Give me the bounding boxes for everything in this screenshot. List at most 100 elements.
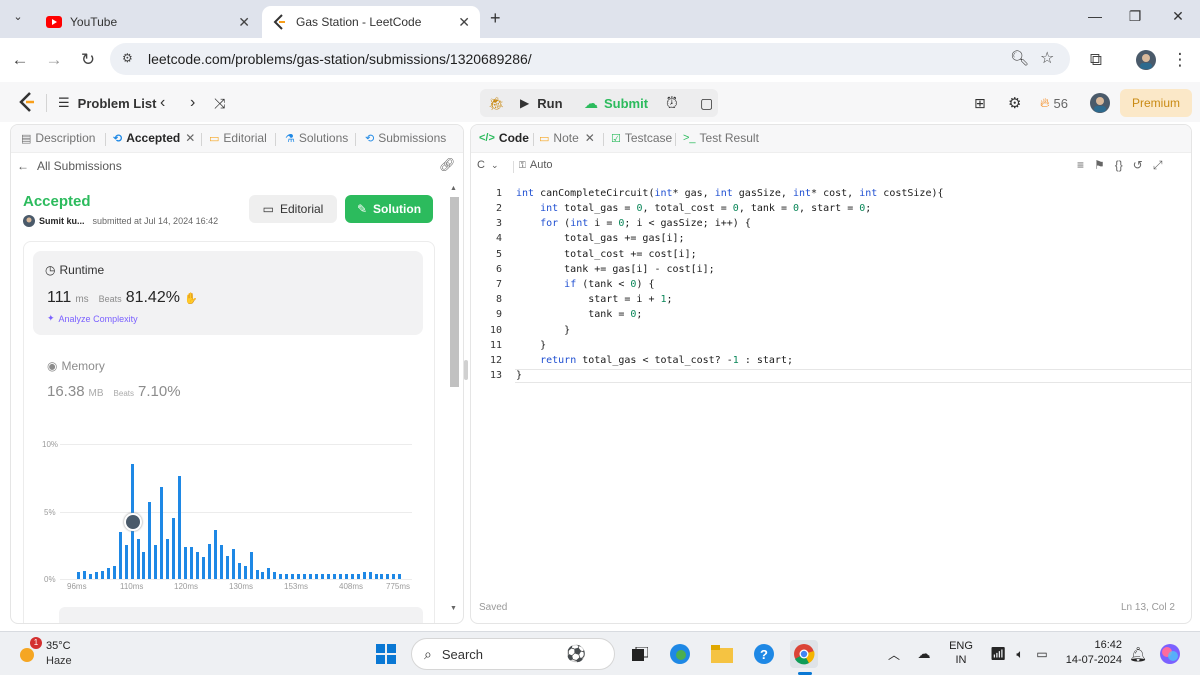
chart-bar[interactable] xyxy=(350,573,354,579)
chart-bar[interactable] xyxy=(166,538,170,579)
chart-bar[interactable] xyxy=(291,573,295,579)
submit-button[interactable]: ☁ Submit xyxy=(584,90,648,116)
all-submissions-link[interactable]: ← All Submissions xyxy=(17,159,122,173)
alarm-icon[interactable]: ⏰︎ xyxy=(666,90,678,116)
extensions-icon[interactable]: ⧉ xyxy=(1084,48,1108,72)
chart-bar[interactable] xyxy=(231,549,235,579)
help-icon[interactable]: ? xyxy=(750,640,778,668)
solution-button[interactable]: ✎ Solution xyxy=(345,195,433,223)
address-bar[interactable]: ⚙ leetcode.com/problems/gas-station/subm… xyxy=(110,43,1070,75)
restore-button[interactable]: ❐ xyxy=(1125,8,1145,25)
tab-youtube[interactable]: YouTube ✕ xyxy=(36,6,260,38)
chart-bar[interactable] xyxy=(338,573,342,579)
chart-bar[interactable] xyxy=(77,572,80,579)
chart-bar[interactable] xyxy=(207,543,211,579)
chart-bar[interactable] xyxy=(142,552,146,579)
chart-bar[interactable] xyxy=(82,570,86,579)
chart-bar[interactable] xyxy=(237,562,241,579)
chart-bar[interactable] xyxy=(320,573,324,579)
chart-bar[interactable] xyxy=(88,573,92,579)
chrome-icon[interactable] xyxy=(790,640,818,668)
chart-bar[interactable] xyxy=(261,572,265,579)
show-hidden-icons[interactable]: ︿ xyxy=(880,640,908,668)
leetcode-logo[interactable] xyxy=(18,92,36,117)
profile-avatar[interactable] xyxy=(1134,48,1158,72)
bookmark-star-icon[interactable]: ☆ xyxy=(1040,48,1054,68)
site-info-icon[interactable]: ⚙ xyxy=(122,51,133,65)
back-icon[interactable]: ← xyxy=(8,48,32,72)
language-select[interactable]: C ⌄ xyxy=(477,159,499,171)
tab-test-result[interactable]: >_ Test Result xyxy=(683,131,759,145)
language-indicator[interactable]: ENG IN xyxy=(944,640,978,666)
chart-bar[interactable] xyxy=(368,572,372,579)
chart-bar[interactable] xyxy=(380,573,384,579)
chart-bar[interactable] xyxy=(326,573,330,579)
tab-search-button[interactable]: ⌄ xyxy=(8,10,28,30)
copilot-icon[interactable] xyxy=(1156,640,1184,668)
notes-icon[interactable]: ▢ xyxy=(700,90,713,116)
minimize-button[interactable]: — xyxy=(1085,8,1105,24)
chart-bar[interactable] xyxy=(118,531,122,579)
chart-bar[interactable] xyxy=(201,557,205,579)
chart-bar[interactable] xyxy=(94,572,98,579)
chart-bar[interactable] xyxy=(356,573,360,579)
chart-bar[interactable] xyxy=(344,573,348,579)
tab-close-button[interactable]: ✕ xyxy=(585,131,595,145)
chart-bar[interactable] xyxy=(112,565,116,579)
reload-icon[interactable]: ↻ xyxy=(76,48,100,72)
scroll-down-icon[interactable]: ▼ xyxy=(450,605,457,612)
chart-bar[interactable] xyxy=(190,546,194,579)
chart-bar[interactable] xyxy=(279,573,283,579)
premium-button[interactable]: Premium xyxy=(1120,89,1192,117)
onedrive-icon[interactable]: ☁ xyxy=(910,640,938,668)
scrollbar[interactable]: ▲ ▼ xyxy=(450,185,459,615)
run-button[interactable]: ▶ Run xyxy=(520,90,563,116)
tab-testcase[interactable]: ☑ Testcase xyxy=(611,131,672,145)
bookmark-icon[interactable]: ⚑ xyxy=(1094,158,1105,173)
layout-icon[interactable]: ⊞ xyxy=(974,90,986,116)
debug-icon[interactable]: 🐞︎ xyxy=(488,91,505,117)
clock[interactable]: 16:42 14-07-2024 xyxy=(1062,639,1122,666)
braces-icon[interactable]: {} xyxy=(1115,158,1123,173)
menu-icon[interactable]: ⋮ xyxy=(1168,48,1192,72)
chart-bar[interactable] xyxy=(196,552,199,579)
scroll-up-icon[interactable]: ▲ xyxy=(450,185,457,192)
chart-bar[interactable] xyxy=(213,530,217,579)
tab-editorial[interactable]: ▭ Editorial xyxy=(209,131,267,145)
tab-close-button[interactable]: ✕ xyxy=(238,14,250,31)
chart-bar[interactable] xyxy=(398,573,402,579)
tab-leetcode[interactable]: Gas Station - LeetCode ✕ xyxy=(262,6,480,38)
chart-bar[interactable] xyxy=(178,476,182,579)
tab-note[interactable]: ▭ Note ✕ xyxy=(539,131,595,145)
chart-bar[interactable] xyxy=(148,502,152,579)
task-view-icon[interactable] xyxy=(626,640,654,668)
chart-bar[interactable] xyxy=(303,573,307,579)
tab-description[interactable]: ▤ Description xyxy=(21,131,95,145)
file-explorer-icon[interactable] xyxy=(708,640,736,668)
tab-code[interactable]: </> Code xyxy=(479,131,529,145)
reset-icon[interactable]: ↺ xyxy=(1133,158,1143,173)
fullscreen-icon[interactable]: ⤢ xyxy=(1153,158,1163,173)
tab-close-button[interactable]: ✕ xyxy=(458,14,470,31)
share-link-icon[interactable]: 🔗︎ xyxy=(439,157,456,173)
streak-counter[interactable]: 🔥︎ 56 xyxy=(1040,90,1068,116)
chart-bar[interactable] xyxy=(243,565,247,579)
next-problem-icon[interactable]: › xyxy=(190,90,195,116)
chart-bar[interactable] xyxy=(219,545,223,579)
chart-bar[interactable] xyxy=(255,569,259,579)
chart-bar[interactable] xyxy=(315,573,318,579)
forward-icon[interactable]: → xyxy=(42,48,66,72)
memory-header[interactable]: ◉ Memory xyxy=(47,359,105,373)
tab-solutions[interactable]: ⚗ Solutions xyxy=(285,131,348,145)
chart-bar[interactable] xyxy=(154,545,158,579)
chart-bar[interactable] xyxy=(362,572,366,579)
chart-bar[interactable] xyxy=(136,538,140,579)
settings-icon[interactable]: ⚙ xyxy=(1008,90,1021,116)
your-submission-marker[interactable] xyxy=(123,513,142,531)
chart-bar[interactable] xyxy=(273,572,277,579)
close-window-button[interactable]: ✕ xyxy=(1168,8,1188,25)
taskbar-search[interactable]: ⌕ Search ⚽ xyxy=(411,638,615,670)
chart-bar[interactable] xyxy=(297,573,301,579)
weather-widget[interactable]: 1 35°C Haze xyxy=(14,637,94,670)
problem-list-button[interactable]: ☰ Problem List xyxy=(58,90,156,116)
